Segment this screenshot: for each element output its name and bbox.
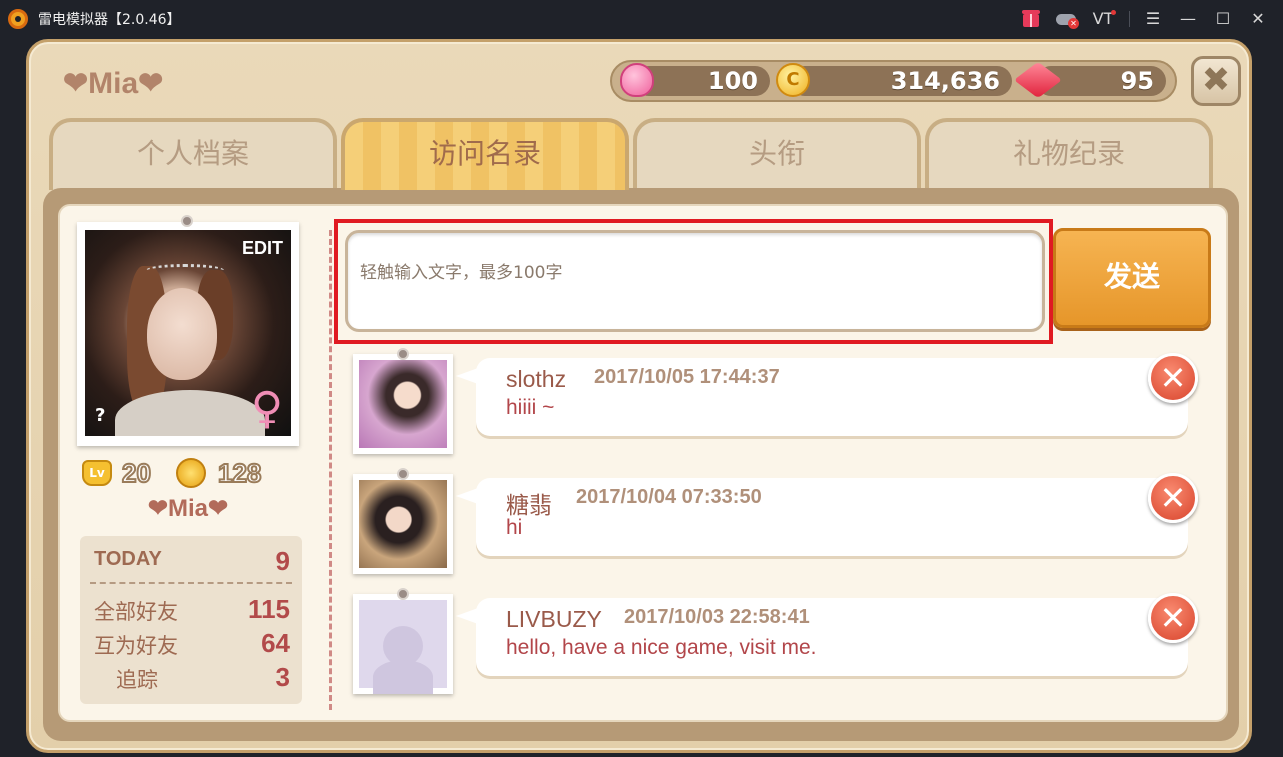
stats-divider — [90, 582, 292, 584]
today-value: 9 — [275, 546, 290, 576]
content-panel: EDIT ? ♀ Lv 20 128 ❤Mia❤ TODAY 9 全部好友 11… — [43, 188, 1239, 741]
visitor-name[interactable]: slothz — [506, 366, 566, 393]
tab-visitors[interactable]: 访问名录 — [341, 118, 629, 190]
unknown-mark: ? — [95, 405, 106, 426]
avatar: EDIT ? ♀ — [85, 230, 291, 436]
pin-icon — [397, 588, 409, 600]
visit-time: 2017/10/04 07:33:50 — [576, 486, 762, 508]
visitor-avatar[interactable] — [353, 468, 453, 574]
guestbook-entry: slothz 2017/10/05 17:44:37 hiiii ~ ✕ — [353, 348, 1198, 454]
today-label: TODAY — [94, 548, 162, 570]
stat-mutual-friends[interactable]: 互为好友 64 — [94, 628, 290, 660]
delete-icon[interactable]: ✕ — [1148, 353, 1198, 403]
medal-icon — [176, 458, 206, 488]
visitor-avatar[interactable] — [353, 348, 453, 454]
stat-label: 互为好友 — [94, 634, 178, 658]
visitor-message: hello, have a nice game, visit me. — [506, 636, 817, 659]
gamepad-icon[interactable]: ✕ — [1055, 8, 1079, 30]
avatar-card[interactable]: EDIT ? ♀ — [77, 215, 299, 446]
minimize-button[interactable]: — — [1177, 8, 1199, 30]
currency-bar: 100 C 314,636 95 — [610, 60, 1177, 102]
stat-label: 追踪 — [116, 668, 158, 692]
message-bubble: LIVBUZY 2017/10/03 22:58:41 hello, have … — [456, 593, 1198, 676]
stat-all-friends[interactable]: 全部好友 115 — [94, 594, 290, 626]
visit-time: 2017/10/05 17:44:37 — [594, 366, 780, 388]
guestbook-area: EDIT ? ♀ Lv 20 128 ❤Mia❤ TODAY 9 全部好友 11… — [58, 204, 1228, 722]
vt-indicator[interactable]: VT — [1090, 8, 1116, 30]
app-title: 雷电模拟器【2.0.46】 — [38, 12, 181, 28]
pin-icon — [397, 468, 409, 480]
stat-following[interactable]: 追踪 3 — [94, 662, 290, 694]
emulator-titlebar: 雷电模拟器【2.0.46】 ✕ VT ☰ — ☐ ✕ — [0, 0, 1283, 37]
stat-label: 全部好友 — [94, 600, 178, 624]
message-input[interactable] — [360, 263, 1020, 283]
profile-name: ❤Mia❤ — [147, 495, 229, 522]
maximize-button[interactable]: ☐ — [1212, 8, 1234, 30]
app-logo-icon — [8, 9, 28, 29]
titlebar-divider — [1129, 11, 1130, 27]
visitor-name[interactable]: 糖翡 — [506, 486, 552, 520]
stat-today: TODAY 9 — [94, 546, 290, 578]
player-name-title: ❤Mia❤ — [63, 67, 164, 100]
level-value: 20 — [121, 457, 152, 489]
hearts-count: 100 — [634, 66, 770, 96]
visitor-avatar[interactable] — [353, 588, 453, 694]
tab-profile[interactable]: 个人档案 — [49, 118, 337, 190]
gift-icon[interactable] — [1020, 8, 1042, 30]
stat-value: 64 — [261, 628, 290, 658]
send-button[interactable]: 发送 — [1053, 228, 1211, 328]
visitor-message: hi — [506, 516, 523, 539]
guestbook-entry: LIVBUZY 2017/10/03 22:58:41 hello, have … — [353, 588, 1198, 694]
level-row: Lv 20 128 — [82, 457, 302, 489]
message-bubble: 糖翡 2017/10/04 07:33:50 hi ✕ — [456, 473, 1198, 556]
coin-icon: C — [776, 63, 810, 97]
coins-count: 314,636 — [790, 66, 1012, 96]
delete-icon[interactable]: ✕ — [1148, 473, 1198, 523]
message-box[interactable] — [345, 230, 1045, 332]
visitor-message: hiiii ~ — [506, 396, 555, 419]
heart-icon — [620, 63, 654, 97]
close-icon[interactable]: ✖ — [1191, 56, 1241, 106]
stat-value: 115 — [248, 594, 290, 624]
visitor-name[interactable]: LIVBUZY — [506, 606, 602, 633]
menu-icon[interactable]: ☰ — [1142, 8, 1164, 30]
game-window: ❤Mia❤ 100 C 314,636 95 ✖ 个人档案 访问名录 头衔 礼物… — [26, 39, 1252, 753]
stat-value: 3 — [275, 662, 290, 692]
guestbook-entry: 糖翡 2017/10/04 07:33:50 hi ✕ — [353, 468, 1198, 574]
tab-titles[interactable]: 头衔 — [633, 118, 921, 190]
column-divider — [329, 230, 332, 710]
tab-gift-records[interactable]: 礼物纪录 — [925, 118, 1213, 190]
pin-icon — [397, 348, 409, 360]
delete-icon[interactable]: ✕ — [1148, 593, 1198, 643]
level-icon: Lv — [82, 460, 112, 486]
female-icon: ♀ — [250, 383, 284, 434]
message-bubble: slothz 2017/10/05 17:44:37 hiiii ~ ✕ — [456, 353, 1198, 436]
stats-panel: TODAY 9 全部好友 115 互为好友 64 追踪 3 — [80, 536, 302, 704]
close-window-button[interactable]: ✕ — [1247, 8, 1269, 30]
visit-time: 2017/10/03 22:58:41 — [624, 606, 810, 628]
edit-icon[interactable]: EDIT — [242, 238, 283, 259]
pin-icon — [181, 215, 193, 227]
medal-value: 128 — [217, 457, 262, 489]
